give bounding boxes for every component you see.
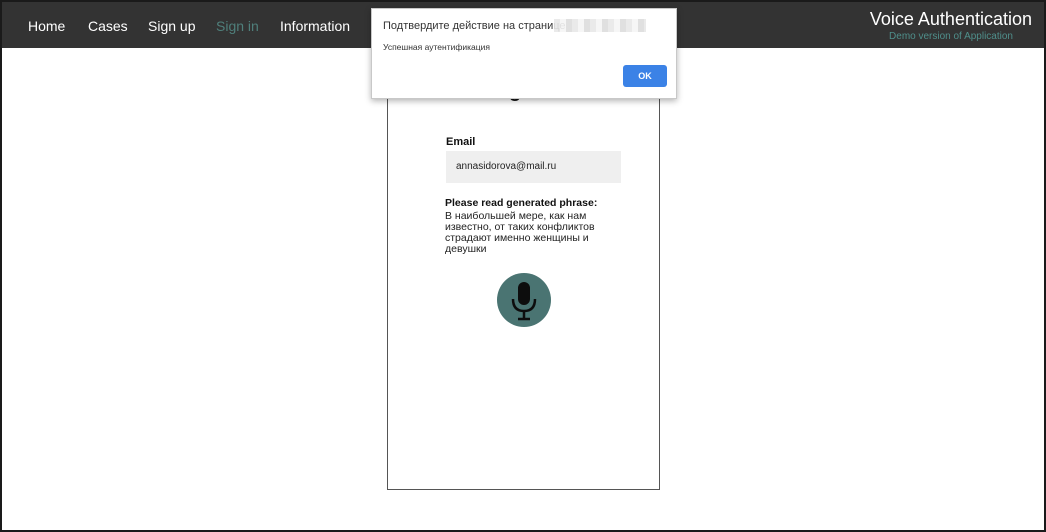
generated-phrase: В наибольшей мере, как нам известно, от … xyxy=(445,210,595,255)
email-field[interactable] xyxy=(446,151,621,183)
nav-item-sign-in[interactable]: Sign in xyxy=(216,18,259,34)
nav-item-cases[interactable]: Cases xyxy=(88,18,128,34)
phrase-label: Please read generated phrase: xyxy=(445,197,598,209)
email-label: Email xyxy=(446,136,476,148)
sign-in-card: Sign in Email Please read generated phra… xyxy=(387,62,660,490)
dialog-message: Успешная аутентификация xyxy=(383,42,490,52)
nav-item-home[interactable]: Home xyxy=(28,18,65,34)
browser-viewport: Home Cases Sign up Sign in Information V… xyxy=(0,0,1046,532)
microphone-icon xyxy=(511,282,537,321)
confirm-dialog: Подтвердите действие на странице Успешна… xyxy=(371,8,677,99)
record-voice-button[interactable] xyxy=(497,273,551,327)
nav-item-sign-up[interactable]: Sign up xyxy=(148,18,195,34)
brand-subtitle: Demo version of Application xyxy=(889,31,1013,42)
brand-title: Voice Authentication xyxy=(869,9,1032,29)
nav-item-information[interactable]: Information xyxy=(280,18,350,34)
redacted-site-name xyxy=(554,19,646,32)
ok-button[interactable]: OK xyxy=(623,65,667,87)
dialog-title: Подтвердите действие на странице xyxy=(383,20,566,32)
